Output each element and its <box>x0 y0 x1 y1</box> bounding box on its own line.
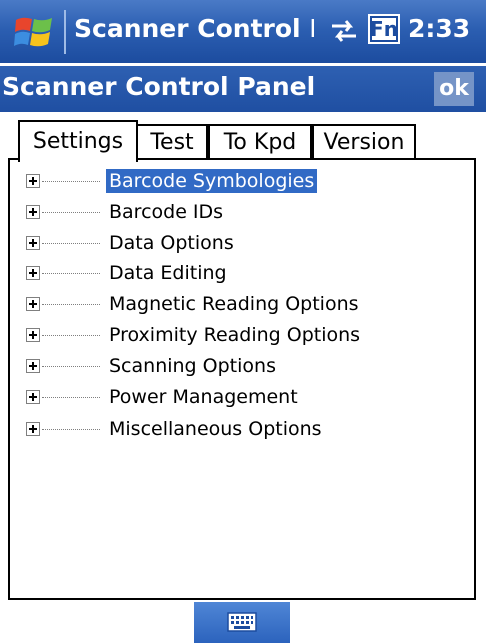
tree-item-barcode-symbologies[interactable]: Barcode Symbologies <box>26 168 318 194</box>
expand-plus-icon[interactable] <box>26 205 40 219</box>
tree-item-miscellaneous-options[interactable]: Miscellaneous Options <box>26 416 325 442</box>
tree-item-proximity-reading-options[interactable]: Proximity Reading Options <box>26 322 363 348</box>
title-separator <box>64 10 66 54</box>
windows-flag-icon[interactable] <box>14 14 56 50</box>
tree-item-scanning-options[interactable]: Scanning Options <box>26 353 279 379</box>
expand-plus-icon[interactable] <box>26 174 40 188</box>
tree-item-label[interactable]: Scanning Options <box>106 354 279 378</box>
tree-item-label[interactable]: Power Management <box>106 385 301 409</box>
tree-connector <box>42 180 100 182</box>
expand-plus-icon[interactable] <box>26 359 40 373</box>
connectivity-arrows-icon[interactable] <box>328 17 360 45</box>
tree-item-barcode-ids[interactable]: Barcode IDs <box>26 199 226 225</box>
tree-connector <box>42 211 100 213</box>
expand-plus-icon[interactable] <box>26 297 40 311</box>
settings-tree-panel: Barcode Symbologies Barcode IDs Data Opt… <box>8 158 476 600</box>
tree-item-label[interactable]: Proximity Reading Options <box>106 323 363 347</box>
tab-to-kpd[interactable]: To Kpd <box>208 124 312 160</box>
tree-connector <box>42 396 100 398</box>
tab-settings[interactable]: Settings <box>18 120 138 162</box>
expand-plus-icon[interactable] <box>26 266 40 280</box>
tree-item-data-editing[interactable]: Data Editing <box>26 260 230 286</box>
title-bar: Scanner Control Pa Fn 2:33 <box>0 0 486 63</box>
tree-item-label[interactable]: Magnetic Reading Options <box>106 292 362 316</box>
tab-version[interactable]: Version <box>312 124 416 160</box>
tree-connector <box>42 365 100 367</box>
tree-item-label[interactable]: Data Editing <box>106 261 230 285</box>
clock[interactable]: 2:33 <box>408 14 470 43</box>
tree-connector <box>42 242 100 244</box>
expand-plus-icon[interactable] <box>26 422 40 436</box>
tree-item-label[interactable]: Barcode Symbologies <box>106 169 318 193</box>
ok-button[interactable]: ok <box>434 72 474 106</box>
expand-plus-icon[interactable] <box>26 236 40 250</box>
expand-plus-icon[interactable] <box>26 328 40 342</box>
tree-connector <box>42 303 100 305</box>
tree-item-magnetic-reading-options[interactable]: Magnetic Reading Options <box>26 291 362 317</box>
tree-item-power-management[interactable]: Power Management <box>26 384 301 410</box>
page-title: Scanner Control Panel <box>2 72 316 101</box>
tree-item-label[interactable]: Miscellaneous Options <box>106 417 325 441</box>
expand-plus-icon[interactable] <box>26 390 40 404</box>
keyboard-icon <box>227 612 257 632</box>
tree-connector <box>42 334 100 336</box>
tree-connector <box>42 428 100 430</box>
tab-test[interactable]: Test <box>136 124 208 160</box>
tree-connector <box>42 272 100 274</box>
input-panel-button[interactable] <box>194 602 290 643</box>
window-title: Scanner Control Pa <box>74 14 314 43</box>
bottom-menu-bar <box>0 600 486 643</box>
tree-item-label[interactable]: Barcode IDs <box>106 200 226 224</box>
tree-item-label[interactable]: Data Options <box>106 231 237 255</box>
fn-key-indicator[interactable]: Fn <box>368 14 400 44</box>
tree-item-data-options[interactable]: Data Options <box>26 230 237 256</box>
app-header: Scanner Control Panel ok <box>0 66 486 112</box>
